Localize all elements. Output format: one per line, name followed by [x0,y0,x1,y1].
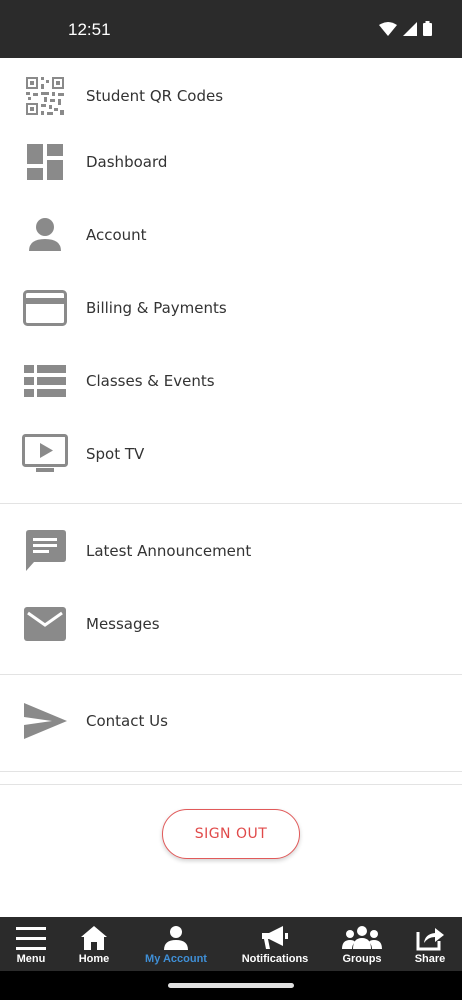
status-bar: 12:51 [0,0,462,58]
wifi-icon [379,21,397,36]
home-gesture-pill[interactable] [168,983,294,988]
dashboard-icon [20,137,70,187]
status-icons [379,21,432,36]
nav-item-my-account[interactable]: My Account [138,917,214,971]
menu-divider [0,503,462,504]
menu-divider [0,771,462,772]
menu-item-contact-us[interactable]: Contact Us [0,688,462,754]
groups-icon [342,921,382,951]
menu-item-messages[interactable]: Messages [0,591,462,657]
megaphone-icon [261,921,289,951]
person-icon [20,210,70,260]
hamburger-icon [16,921,46,951]
nav-label: Groups [342,953,382,965]
menu-item-dashboard[interactable]: Dashboard [0,129,462,195]
signal-icon [403,21,417,36]
chat-message-icon [20,526,70,576]
menu-item-classes-events[interactable]: Classes & Events [0,348,462,414]
menu-item-billing-payments[interactable]: Billing & Payments [0,275,462,341]
bottom-nav: Menu Home My Account Notifications Group… [0,917,462,971]
menu-item-label: Contact Us [86,712,168,730]
menu-divider [0,674,462,675]
menu-item-label: Student QR Codes [86,87,224,105]
menu-item-spot-tv[interactable]: Spot TV [0,421,462,487]
tv-play-icon [20,429,70,479]
menu-item-label: Spot TV [86,445,145,463]
menu-item-label: Messages [86,615,160,633]
menu-divider [0,784,462,785]
nav-label: Share [414,953,446,965]
account-icon [163,921,189,951]
nav-item-home[interactable]: Home [70,917,118,971]
menu-item-account[interactable]: Account [0,202,462,268]
menu-item-latest-announcement[interactable]: Latest Announcement [0,518,462,584]
nav-label: Home [78,953,110,965]
nav-item-notifications[interactable]: Notifications [236,917,314,971]
menu-item-label: Dashboard [86,153,168,171]
credit-card-icon [20,283,70,333]
sign-out-button[interactable]: SIGN OUT [162,809,300,859]
share-icon [415,921,445,951]
status-time: 12:51 [68,20,111,39]
menu-item-label: Account [86,226,147,244]
list-icon [20,356,70,406]
battery-icon [423,21,432,36]
envelope-icon [20,599,70,649]
send-icon [20,696,70,746]
qr-code-icon [20,71,70,121]
nav-item-groups[interactable]: Groups [336,917,388,971]
menu-item-student-qr-codes[interactable]: Student QR Codes [0,63,462,129]
menu-item-label: Classes & Events [86,372,215,390]
nav-item-menu[interactable]: Menu [8,917,54,971]
nav-item-share[interactable]: Share [408,917,452,971]
menu-item-label: Latest Announcement [86,542,252,560]
system-nav-bar [0,971,462,1000]
nav-label: Menu [16,953,46,965]
menu-item-label: Billing & Payments [86,299,227,317]
nav-label: Notifications [241,953,309,965]
home-icon [80,921,108,951]
nav-label: My Account [145,953,207,965]
